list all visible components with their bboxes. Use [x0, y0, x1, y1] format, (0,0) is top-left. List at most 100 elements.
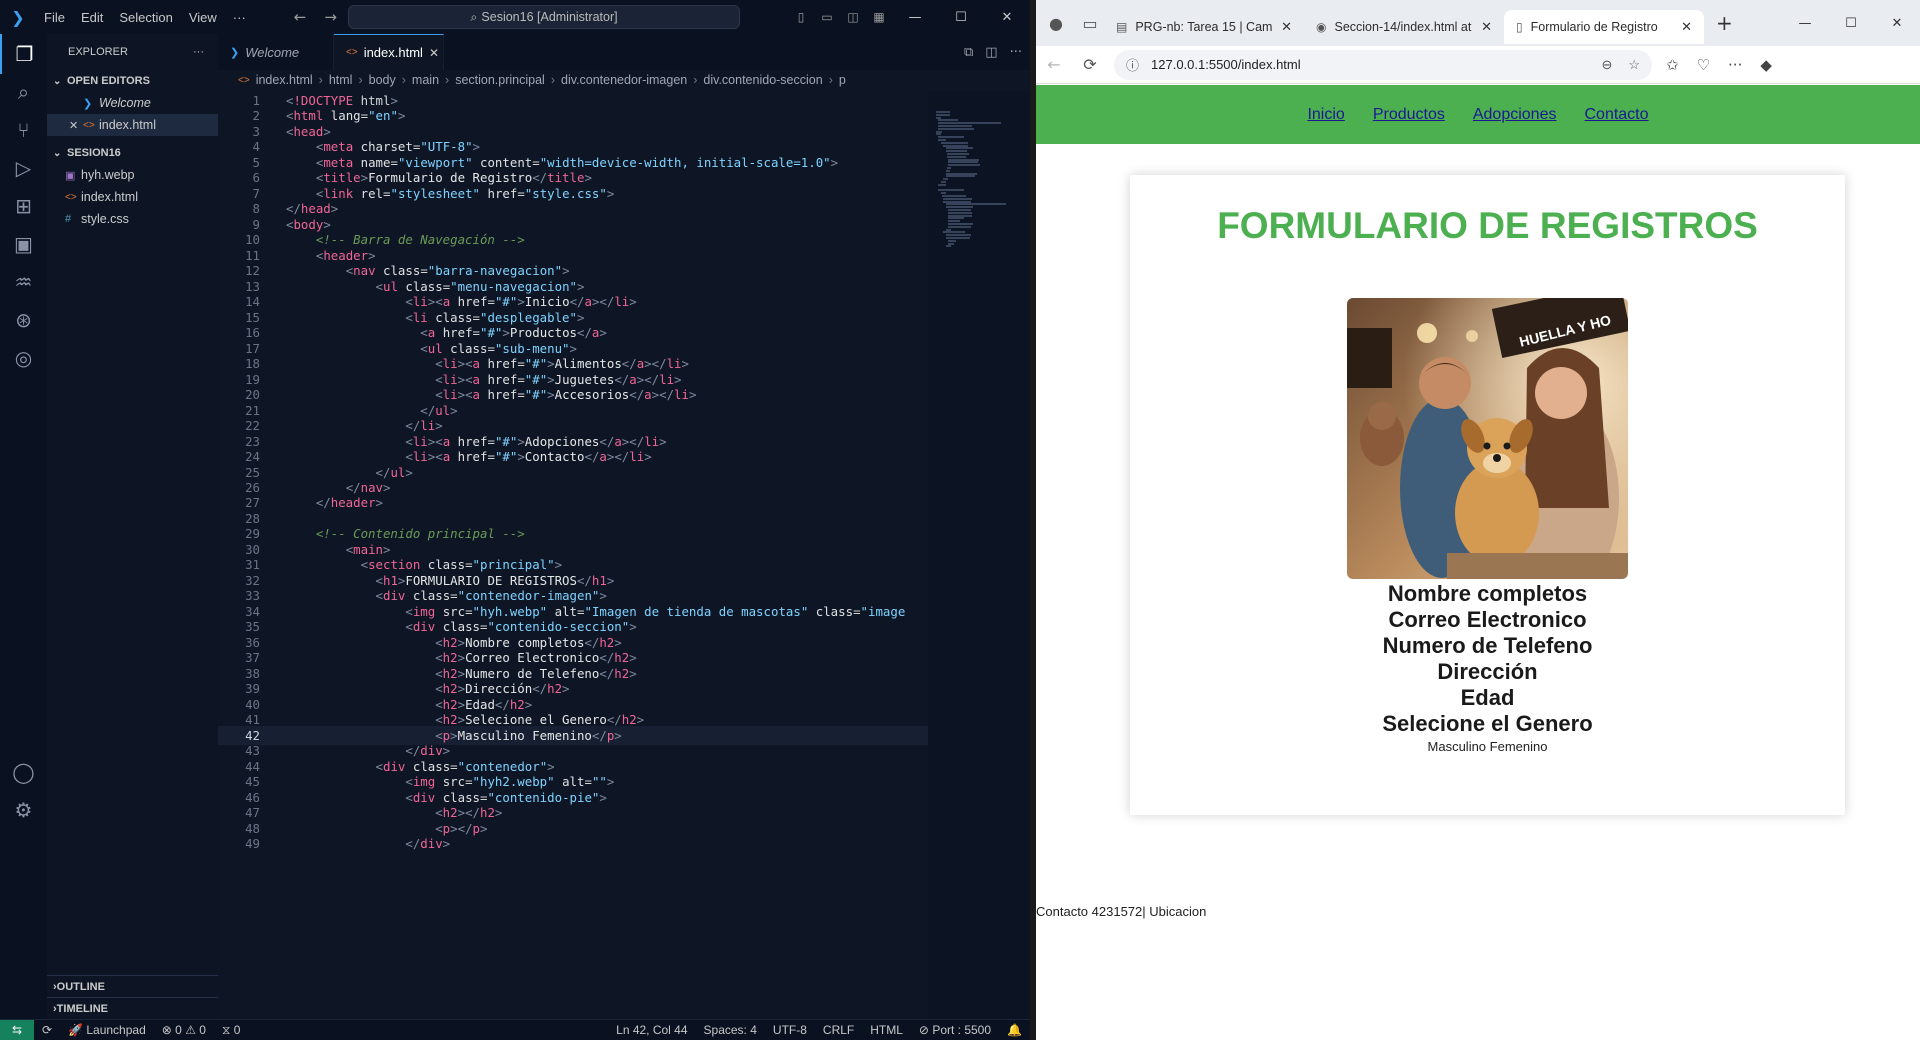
maximize-icon[interactable]: ☐	[1828, 16, 1874, 31]
maximize-icon[interactable]: ☐	[938, 10, 984, 25]
docker-icon[interactable]: ♒	[0, 262, 47, 302]
git-graph-icon[interactable]: ⊛	[0, 300, 47, 340]
favorites-icon[interactable]: ✩	[1666, 56, 1679, 74]
menu-view[interactable]: View	[181, 10, 225, 25]
close-window-icon[interactable]: ✕	[1874, 16, 1920, 31]
breadcrumb-item[interactable]: p	[839, 73, 846, 87]
code-line[interactable]: 49 </div>	[218, 834, 928, 853]
sync-icon[interactable]: ⟳	[34, 1023, 60, 1037]
timeline-section[interactable]: › TIMELINE	[47, 997, 218, 1019]
nav-link-adopciones[interactable]: Adopciones	[1473, 106, 1557, 124]
line-endings[interactable]: CRLF	[815, 1023, 862, 1037]
menu-selection[interactable]: Selection	[111, 10, 180, 25]
run-debug-icon[interactable]: ▷	[0, 148, 47, 188]
nav-link-inicio[interactable]: Inicio	[1307, 106, 1344, 124]
breadcrumb-item[interactable]: html	[329, 73, 353, 87]
close-tab-icon[interactable]: ✕	[1681, 19, 1692, 35]
browser-tab-formulario[interactable]: ▯ Formulario de Registro ✕	[1504, 10, 1704, 44]
launchpad-item[interactable]: 🚀 Launchpad	[60, 1023, 154, 1037]
info-icon[interactable]: ⓘ	[1126, 55, 1139, 74]
tab-index-html[interactable]: <> index.html ✕	[334, 34, 444, 70]
nav-link-productos[interactable]: Productos	[1373, 106, 1445, 124]
toggle-sidebar-icon[interactable]: ▯	[788, 10, 814, 24]
toggle-secondary-sidebar-icon[interactable]: ◫	[840, 10, 866, 24]
indentation[interactable]: Spaces: 4	[696, 1023, 765, 1037]
profile-avatar-icon[interactable]: ●	[1036, 14, 1076, 33]
live-server-item[interactable]: ⊘ Port : 5500	[911, 1023, 999, 1037]
file-index-html[interactable]: <> index.html	[47, 186, 218, 208]
breadcrumb-item[interactable]: main	[412, 73, 439, 87]
explorer-more-icon[interactable]: ···	[193, 46, 204, 58]
accounts-icon[interactable]: ◯	[0, 752, 47, 792]
menu-more[interactable]: ···	[225, 10, 254, 25]
minimap-line	[945, 237, 970, 239]
back-arrow-icon[interactable]: ←	[294, 8, 307, 26]
menu-edit[interactable]: Edit	[73, 10, 111, 25]
browser-tab-campus[interactable]: ▤ PRG-nb: Tarea 15 | Campus ✕	[1104, 10, 1304, 44]
minimap[interactable]	[928, 91, 1030, 1019]
code-editor[interactable]: 1 <!DOCTYPE html> 2 <html lang="en"> 3 <head>…	[218, 91, 928, 1019]
open-preview-icon[interactable]: ⧉	[964, 45, 973, 60]
live-share-icon[interactable]: ◎	[0, 338, 47, 378]
minimap-line	[940, 192, 947, 195]
breadcrumb-item[interactable]: div.contenido-seccion	[703, 73, 822, 87]
minimize-icon[interactable]: —	[1782, 16, 1828, 31]
nav-link-contacto[interactable]: Contacto	[1584, 106, 1648, 124]
favorite-star-icon[interactable]: ☆	[1628, 57, 1640, 73]
explorer-title: EXPLORER	[68, 46, 128, 58]
extensions-icon[interactable]: ⊞	[0, 186, 47, 226]
vscode-icon: ❯	[83, 97, 93, 110]
outline-section[interactable]: › OUTLINE	[47, 975, 218, 997]
remote-explorer-icon[interactable]: ▣	[0, 224, 47, 264]
new-tab-plus-icon[interactable]: +	[1716, 11, 1733, 35]
more-actions-icon[interactable]: ···	[1010, 45, 1022, 60]
close-tab-icon[interactable]: ✕	[1481, 19, 1492, 35]
encoding[interactable]: UTF-8	[765, 1023, 815, 1037]
back-arrow-icon[interactable]: ←	[1036, 55, 1072, 74]
tab-welcome[interactable]: ❯ Welcome	[218, 34, 334, 70]
remote-indicator-icon[interactable]: ⇆	[0, 1019, 34, 1040]
language-mode[interactable]: HTML	[862, 1023, 911, 1037]
menu-file[interactable]: File	[36, 10, 73, 25]
chevron-right-icon: ›	[445, 73, 450, 87]
breadcrumb-item[interactable]: index.html	[256, 73, 313, 87]
zoom-icon[interactable]: ⊖	[1601, 57, 1612, 73]
settings-gear-icon[interactable]: ⚙	[0, 790, 47, 830]
tab-actions-icon[interactable]: ▭	[1076, 14, 1104, 33]
customize-layout-icon[interactable]: ▦	[866, 10, 892, 24]
open-editor-welcome[interactable]: ❯ Welcome	[47, 92, 218, 114]
open-editors-section[interactable]: ⌄ OPEN EDITORS	[47, 70, 218, 92]
minimap-line	[948, 158, 979, 161]
open-editor-index[interactable]: ✕ <> index.html	[47, 114, 218, 136]
breadcrumb-item[interactable]: section.principal	[455, 73, 545, 87]
close-tab-icon[interactable]: ✕	[429, 46, 439, 60]
forward-arrow-icon[interactable]: →	[324, 8, 337, 26]
breadcrumb-item[interactable]: div.contenedor-imagen	[561, 73, 687, 87]
close-tab-icon[interactable]: ✕	[1281, 19, 1292, 35]
file-style-css[interactable]: # style.css	[47, 208, 218, 230]
browser-tab-github[interactable]: ◉ Seccion-14/index.html at ✕	[1304, 10, 1504, 44]
breadcrumb-item[interactable]: body	[369, 73, 396, 87]
copilot-icon[interactable]: ◆	[1760, 56, 1772, 74]
browser-essentials-icon[interactable]: ♡	[1697, 56, 1710, 74]
editor-tabs: ❯ Welcome <> index.html ✕ ⧉ ◫ ···	[218, 34, 1030, 70]
search-view-icon[interactable]: ⌕	[0, 72, 47, 112]
minimize-icon[interactable]: —	[892, 10, 938, 25]
vscode-window: ❯ File Edit Selection View ··· ← → ⌕ Ses…	[0, 0, 1030, 1040]
reload-icon[interactable]: ⟳	[1072, 55, 1108, 74]
command-center[interactable]: ⌕ Sesion16 [Administrator]	[348, 5, 740, 29]
problems-item[interactable]: ⊗ 0 ⚠ 0	[154, 1023, 214, 1037]
toggle-panel-icon[interactable]: ▭	[814, 10, 840, 24]
close-icon[interactable]: ✕	[984, 10, 1030, 25]
close-icon[interactable]: ✕	[69, 119, 83, 132]
workspace-section[interactable]: ⌄ SESION16	[47, 142, 218, 164]
file-hyh-webp[interactable]: ▣ hyh.webp	[47, 164, 218, 186]
explorer-icon[interactable]: ❐	[0, 34, 47, 74]
ports-item[interactable]: ⧖ 0	[214, 1023, 248, 1038]
notifications-bell-icon[interactable]: 🔔	[999, 1023, 1030, 1037]
split-editor-icon[interactable]: ◫	[985, 45, 997, 60]
address-bar[interactable]: ⓘ 127.0.0.1:5500/index.html ⊖ ☆	[1114, 49, 1652, 80]
cursor-position[interactable]: Ln 42, Col 44	[608, 1023, 695, 1037]
source-control-icon[interactable]: ⑂	[0, 110, 47, 150]
settings-more-icon[interactable]: ···	[1728, 56, 1742, 74]
